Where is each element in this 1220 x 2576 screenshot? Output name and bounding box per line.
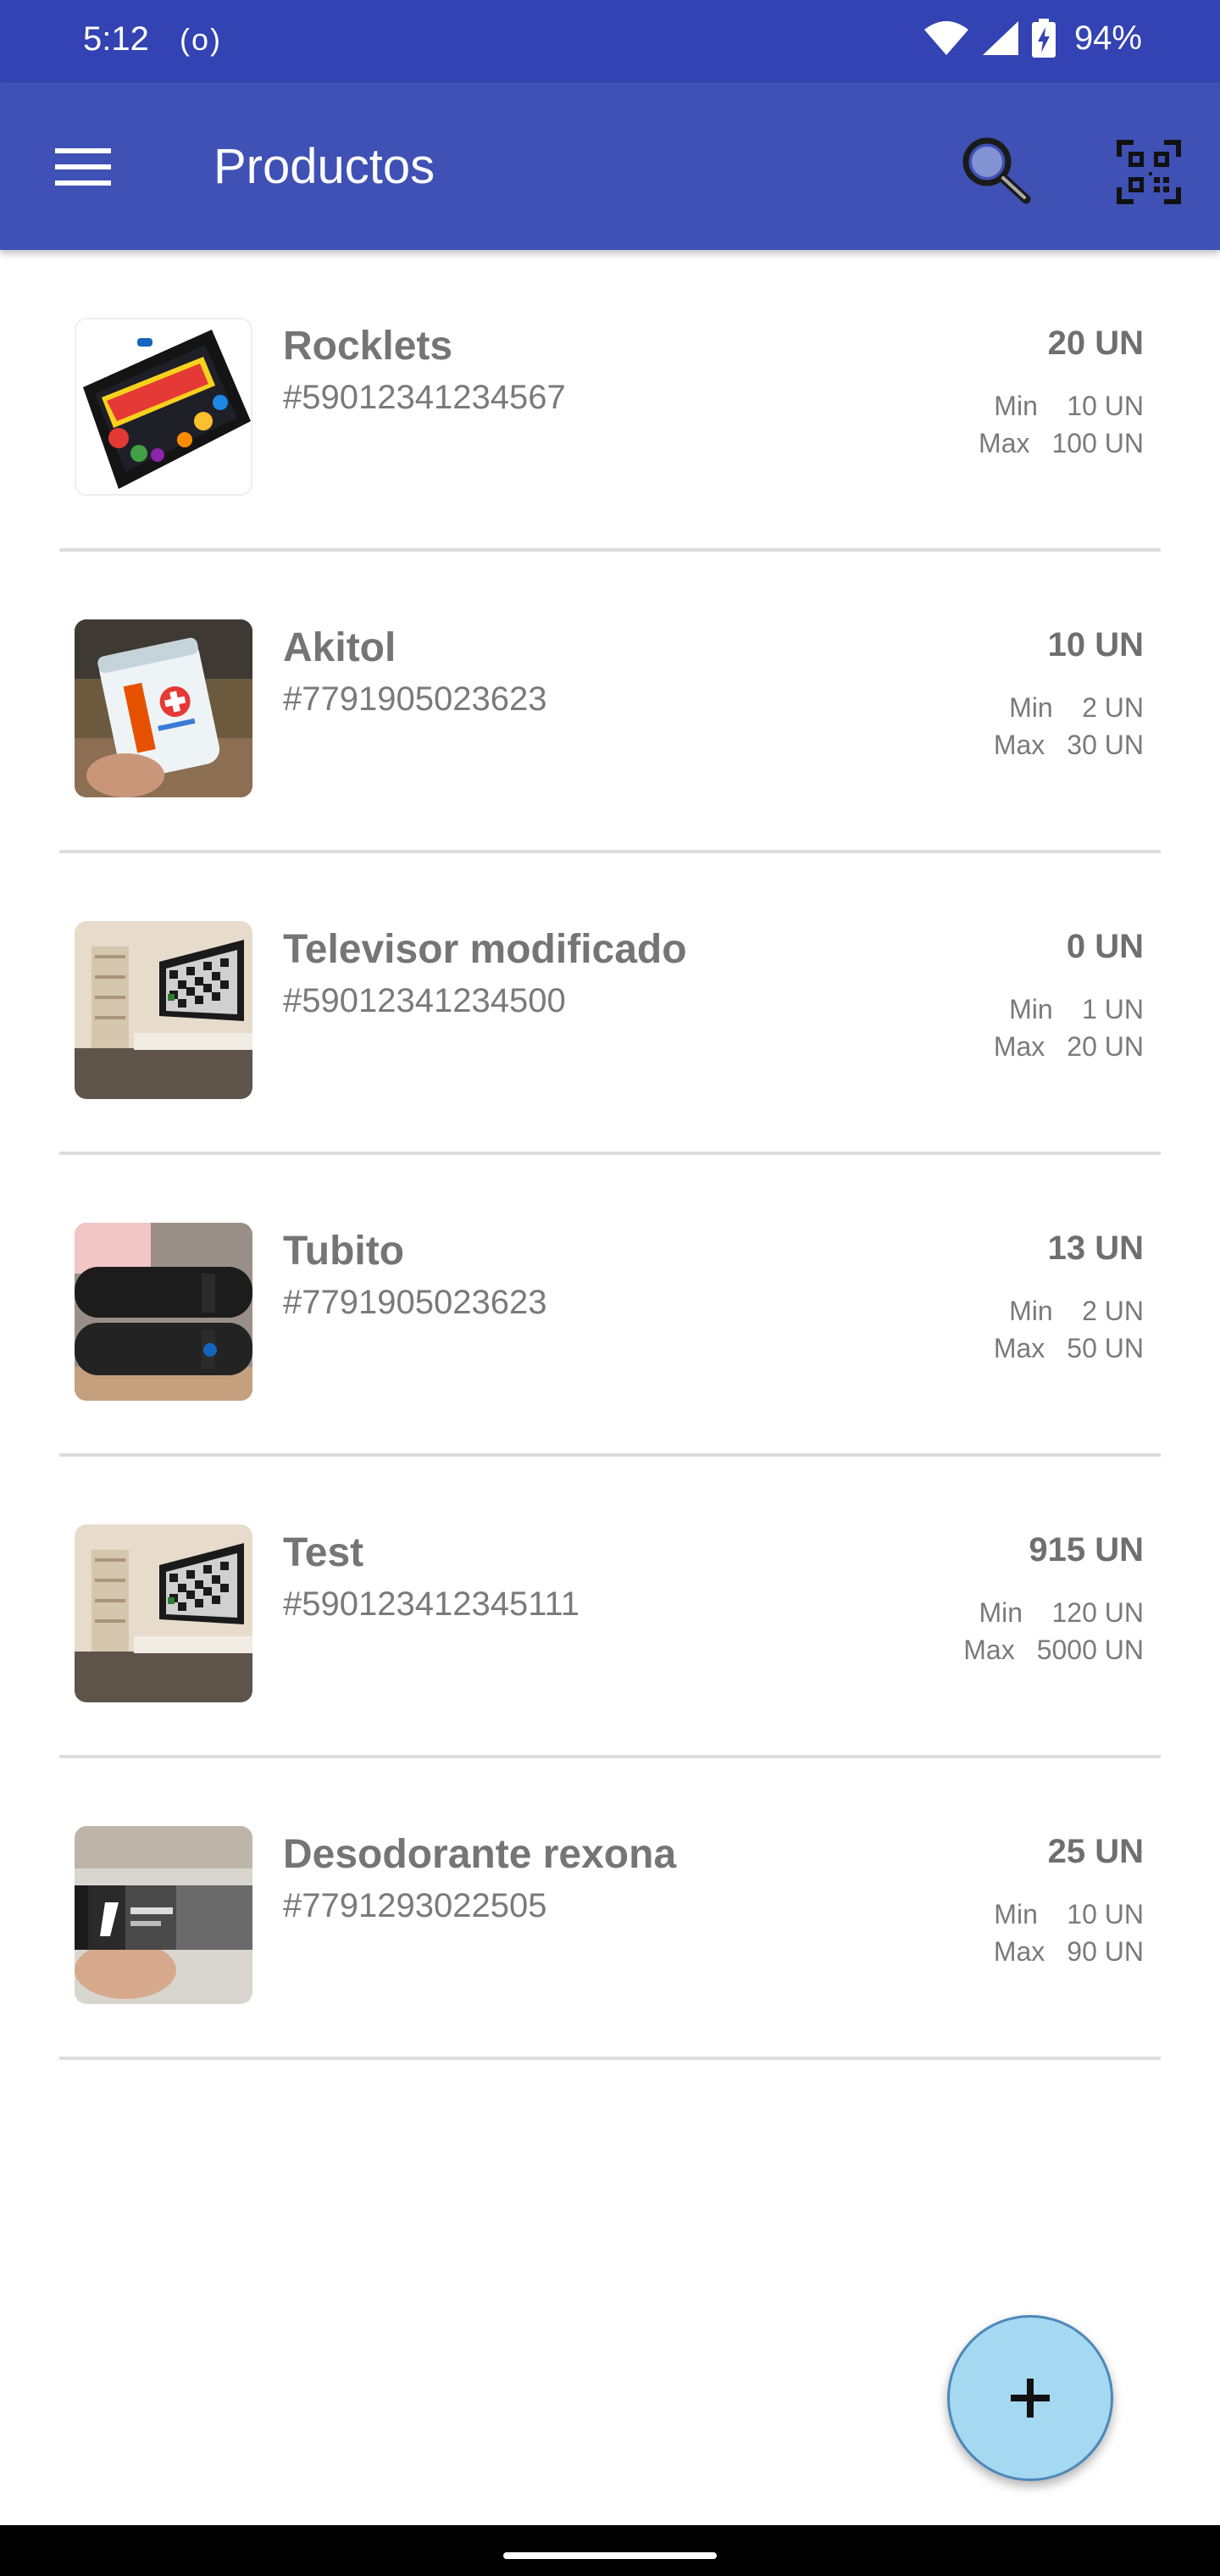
list-item[interactable]: Tubito #7791905023623 13 UN Min 2 UN Max 5… — [0, 1155, 1220, 1457]
status-icons: 94% — [923, 19, 1142, 58]
max-label: Max — [979, 428, 1030, 458]
list-item[interactable]: Rocklets #59012341234567 20 UN Min 10 UN … — [0, 250, 1220, 552]
qr-scan-icon — [1117, 140, 1181, 204]
search-icon — [962, 137, 1031, 204]
product-code: #7791905023623 — [283, 680, 547, 718]
system-navigation-bar — [0, 2525, 1220, 2576]
radio-indicator: (o) — [180, 22, 222, 57]
min-label: Min — [1009, 994, 1053, 1024]
product-image — [75, 1524, 252, 1702]
divider — [59, 2057, 1161, 2060]
wifi-icon — [923, 21, 968, 55]
plus-icon — [1011, 2379, 1050, 2418]
max-label: Max — [993, 1936, 1045, 1967]
home-gesture-handle[interactable] — [503, 2552, 717, 2559]
product-name: Tubito — [283, 1229, 405, 1274]
product-list: Rocklets #59012341234567 20 UN Min 10 UN … — [0, 250, 1220, 2060]
stock-limits: Min 2 UN Max 50 UN — [994, 1292, 1144, 1367]
min-value: 10 UN — [1067, 1899, 1144, 1929]
cell-signal-icon — [982, 21, 1018, 55]
app-bar: Productos — [0, 82, 1220, 250]
list-item[interactable]: Test #590123412345111 915 UN Min 120 UN M… — [0, 1457, 1220, 1758]
menu-icon — [55, 148, 111, 186]
max-value: 100 UN — [1051, 428, 1145, 458]
min-value: 10 UN — [1067, 391, 1144, 421]
product-name: Desodorante rexona — [283, 1832, 677, 1877]
stock-limits: Min 10 UN Max 90 UN — [994, 1896, 1144, 1970]
list-item[interactable]: Akitol #7791905023623 10 UN Min 2 UN Max 3… — [0, 552, 1220, 853]
product-name: Rocklets — [283, 324, 453, 369]
status-time: 5:12 — [83, 20, 149, 58]
max-value: 30 UN — [1067, 730, 1144, 760]
max-value: 50 UN — [1067, 1333, 1144, 1363]
page-title: Productos — [214, 139, 435, 194]
product-stock: 915 UN — [1029, 1531, 1144, 1568]
product-image — [75, 1223, 252, 1401]
product-code: #7791905023623 — [283, 1284, 547, 1321]
min-value: 120 UN — [1051, 1597, 1145, 1628]
stock-limits: Min 2 UN Max 30 UN — [994, 689, 1144, 763]
product-stock: 0 UN — [1066, 928, 1144, 965]
stock-limits: Min 120 UN Max 5000 UN — [963, 1594, 1144, 1668]
product-stock: 20 UN — [1047, 325, 1144, 362]
app-screen: 5:12 (o) 94% Productos Rocklets #5901234… — [0, 0, 1220, 2576]
product-code: #590123412345111 — [283, 1585, 580, 1623]
product-image — [75, 619, 252, 797]
menu-button[interactable] — [42, 133, 124, 201]
max-label: Max — [993, 1333, 1045, 1363]
min-label: Min — [994, 1899, 1038, 1929]
status-bar: 5:12 (o) 94% — [0, 0, 1220, 82]
list-item[interactable]: Desodorante rexona #7791293022505 25 UN … — [0, 1758, 1220, 2060]
add-product-button[interactable] — [947, 2315, 1113, 2481]
min-label: Min — [979, 1597, 1023, 1628]
product-image — [75, 1826, 252, 2004]
battery-charging-icon — [1031, 19, 1056, 58]
min-value: 2 UN — [1082, 692, 1144, 723]
min-value: 1 UN — [1082, 994, 1144, 1024]
product-name: Test — [283, 1530, 364, 1575]
min-value: 2 UN — [1082, 1296, 1144, 1326]
product-stock: 13 UN — [1047, 1230, 1144, 1267]
stock-limits: Min 1 UN Max 20 UN — [994, 991, 1144, 1065]
battery-percent: 94% — [1073, 19, 1142, 57]
product-image — [75, 318, 252, 496]
max-value: 20 UN — [1067, 1031, 1144, 1062]
max-value: 5000 UN — [1036, 1635, 1144, 1665]
product-code: #59012341234567 — [283, 379, 566, 416]
product-name: Televisor modificado — [283, 927, 687, 972]
product-code: #7791293022505 — [283, 1887, 547, 1924]
product-name: Akitol — [283, 625, 396, 670]
min-label: Min — [994, 391, 1038, 421]
max-label: Max — [993, 730, 1045, 760]
qr-scan-button[interactable] — [1106, 130, 1191, 214]
search-button[interactable] — [949, 126, 1042, 211]
max-value: 90 UN — [1067, 1936, 1144, 1967]
product-code: #59012341234500 — [283, 982, 566, 1019]
product-image — [75, 921, 252, 1099]
stock-limits: Min 10 UN Max 100 UN — [979, 387, 1144, 462]
max-label: Max — [963, 1635, 1015, 1665]
product-stock: 10 UN — [1047, 626, 1144, 663]
min-label: Min — [1009, 1296, 1053, 1326]
min-label: Min — [1009, 692, 1053, 723]
product-stock: 25 UN — [1047, 1833, 1144, 1870]
list-item[interactable]: Televisor modificado #59012341234500 0 U… — [0, 853, 1220, 1155]
max-label: Max — [993, 1031, 1045, 1062]
